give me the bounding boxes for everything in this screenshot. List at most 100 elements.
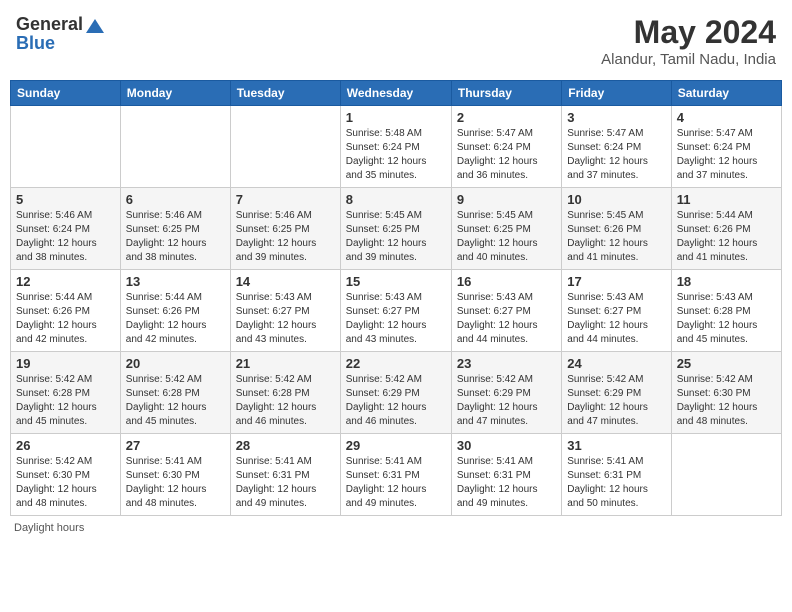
day-number: 4 <box>677 110 776 125</box>
day-info: Sunrise: 5:42 AM Sunset: 6:28 PM Dayligh… <box>236 373 335 429</box>
day-number: 26 <box>16 438 115 453</box>
day-info: Sunrise: 5:43 AM Sunset: 6:28 PM Dayligh… <box>677 291 776 347</box>
day-number: 5 <box>16 192 115 207</box>
day-info: Sunrise: 5:41 AM Sunset: 6:31 PM Dayligh… <box>457 455 556 511</box>
calendar-cell: 2Sunrise: 5:47 AM Sunset: 6:24 PM Daylig… <box>451 106 561 188</box>
calendar-cell: 11 Sunrise: 5:44 AM Sunset: 6:26 PM Dayli… <box>671 188 781 270</box>
day-number: 12 <box>16 274 115 289</box>
day-number: 20 <box>126 356 225 371</box>
day-info: Sunrise: 5:43 AM Sunset: 6:27 PM Dayligh… <box>567 291 665 347</box>
day-number: 16 <box>457 274 556 289</box>
calendar-header-row: Sunday Monday Tuesday Wednesday Thursday… <box>11 81 782 106</box>
calendar-cell <box>671 434 781 516</box>
calendar-week-5: 26 Sunrise: 5:42 AM Sunset: 6:30 PM Dayli… <box>11 434 782 516</box>
calendar-location: Alandur, Tamil Nadu, India <box>601 51 776 68</box>
calendar-cell: 13 Sunrise: 5:44 AM Sunset: 6:26 PM Dayli… <box>120 270 230 352</box>
day-info: Sunrise: 5:47 AM Sunset: 6:24 PM Dayligh… <box>567 127 665 183</box>
day-info: Sunrise: 5:45 AM Sunset: 6:25 PM Dayligh… <box>457 209 556 265</box>
day-info: Sunrise: 5:44 AM Sunset: 6:26 PM Dayligh… <box>677 209 776 265</box>
day-info: Sunrise: 5:45 AM Sunset: 6:25 PM Dayligh… <box>346 209 446 265</box>
footer-text: Daylight hours <box>14 522 84 534</box>
calendar-cell: 16Sunrise: 5:43 AM Sunset: 6:27 PM Dayli… <box>451 270 561 352</box>
day-number: 30 <box>457 438 556 453</box>
day-number: 25 <box>677 356 776 371</box>
calendar-cell <box>11 106 121 188</box>
col-sunday: Sunday <box>11 81 121 106</box>
title-block: May 2024 Alandur, Tamil Nadu, India <box>601 14 776 68</box>
col-monday: Monday <box>120 81 230 106</box>
day-number: 14 <box>236 274 335 289</box>
day-info: Sunrise: 5:42 AM Sunset: 6:29 PM Dayligh… <box>346 373 446 429</box>
calendar-cell <box>230 106 340 188</box>
col-friday: Friday <box>562 81 671 106</box>
day-number: 19 <box>16 356 115 371</box>
day-number: 8 <box>346 192 446 207</box>
day-info: Sunrise: 5:45 AM Sunset: 6:26 PM Dayligh… <box>567 209 665 265</box>
calendar-week-3: 12 Sunrise: 5:44 AM Sunset: 6:26 PM Dayli… <box>11 270 782 352</box>
calendar-cell: 8 Sunrise: 5:45 AM Sunset: 6:25 PM Daylig… <box>340 188 451 270</box>
day-info: Sunrise: 5:42 AM Sunset: 6:28 PM Dayligh… <box>126 373 225 429</box>
calendar-cell: 18 Sunrise: 5:43 AM Sunset: 6:28 PM Dayli… <box>671 270 781 352</box>
day-info: Sunrise: 5:41 AM Sunset: 6:31 PM Dayligh… <box>567 455 665 511</box>
day-number: 2 <box>457 110 556 125</box>
day-info: Sunrise: 5:46 AM Sunset: 6:25 PM Dayligh… <box>236 209 335 265</box>
day-info: Sunrise: 5:44 AM Sunset: 6:26 PM Dayligh… <box>16 291 115 347</box>
calendar-cell: 23 Sunrise: 5:42 AM Sunset: 6:29 PM Dayli… <box>451 352 561 434</box>
day-number: 22 <box>346 356 446 371</box>
day-number: 17 <box>567 274 665 289</box>
calendar-cell: 17 Sunrise: 5:43 AM Sunset: 6:27 PM Dayli… <box>562 270 671 352</box>
day-info: Sunrise: 5:43 AM Sunset: 6:27 PM Dayligh… <box>346 291 446 347</box>
day-info: Sunrise: 5:42 AM Sunset: 6:29 PM Dayligh… <box>457 373 556 429</box>
calendar-cell: 22 Sunrise: 5:42 AM Sunset: 6:29 PM Dayli… <box>340 352 451 434</box>
calendar-cell: 3 Sunrise: 5:47 AM Sunset: 6:24 PM Daylig… <box>562 106 671 188</box>
calendar-table: Sunday Monday Tuesday Wednesday Thursday… <box>10 80 782 516</box>
page-header: General Blue May 2024 Alandur, Tamil Nad… <box>10 10 782 72</box>
calendar-cell: 5 Sunrise: 5:46 AM Sunset: 6:24 PM Daylig… <box>11 188 121 270</box>
day-number: 23 <box>457 356 556 371</box>
day-number: 6 <box>126 192 225 207</box>
calendar-cell: 31 Sunrise: 5:41 AM Sunset: 6:31 PM Dayli… <box>562 434 671 516</box>
day-number: 13 <box>126 274 225 289</box>
calendar-week-1: 1Sunrise: 5:48 AM Sunset: 6:24 PM Daylig… <box>11 106 782 188</box>
footer-daylight: Daylight hours <box>10 522 782 534</box>
col-saturday: Saturday <box>671 81 781 106</box>
col-wednesday: Wednesday <box>340 81 451 106</box>
calendar-cell: 27Sunrise: 5:41 AM Sunset: 6:30 PM Dayli… <box>120 434 230 516</box>
day-info: Sunrise: 5:46 AM Sunset: 6:25 PM Dayligh… <box>126 209 225 265</box>
calendar-cell: 21 Sunrise: 5:42 AM Sunset: 6:28 PM Dayli… <box>230 352 340 434</box>
calendar-cell: 4 Sunrise: 5:47 AM Sunset: 6:24 PM Daylig… <box>671 106 781 188</box>
calendar-cell: 12 Sunrise: 5:44 AM Sunset: 6:26 PM Dayli… <box>11 270 121 352</box>
day-number: 18 <box>677 274 776 289</box>
logo: General Blue <box>16 14 104 54</box>
day-number: 9 <box>457 192 556 207</box>
day-info: Sunrise: 5:42 AM Sunset: 6:28 PM Dayligh… <box>16 373 115 429</box>
calendar-cell: 25Sunrise: 5:42 AM Sunset: 6:30 PM Dayli… <box>671 352 781 434</box>
col-tuesday: Tuesday <box>230 81 340 106</box>
calendar-week-2: 5 Sunrise: 5:46 AM Sunset: 6:24 PM Daylig… <box>11 188 782 270</box>
calendar-cell: 26 Sunrise: 5:42 AM Sunset: 6:30 PM Dayli… <box>11 434 121 516</box>
logo-blue-text: Blue <box>16 33 55 54</box>
day-info: Sunrise: 5:43 AM Sunset: 6:27 PM Dayligh… <box>236 291 335 347</box>
day-number: 29 <box>346 438 446 453</box>
day-number: 31 <box>567 438 665 453</box>
day-info: Sunrise: 5:41 AM Sunset: 6:31 PM Dayligh… <box>346 455 446 511</box>
calendar-cell: 24Sunrise: 5:42 AM Sunset: 6:29 PM Dayli… <box>562 352 671 434</box>
day-info: Sunrise: 5:41 AM Sunset: 6:30 PM Dayligh… <box>126 455 225 511</box>
day-info: Sunrise: 5:46 AM Sunset: 6:24 PM Dayligh… <box>16 209 115 265</box>
day-number: 21 <box>236 356 335 371</box>
day-info: Sunrise: 5:41 AM Sunset: 6:31 PM Dayligh… <box>236 455 335 511</box>
day-info: Sunrise: 5:47 AM Sunset: 6:24 PM Dayligh… <box>677 127 776 183</box>
logo-triangle-icon <box>86 19 104 33</box>
calendar-cell: 15 Sunrise: 5:43 AM Sunset: 6:27 PM Dayli… <box>340 270 451 352</box>
calendar-cell: 6 Sunrise: 5:46 AM Sunset: 6:25 PM Daylig… <box>120 188 230 270</box>
calendar-cell: 30 Sunrise: 5:41 AM Sunset: 6:31 PM Dayli… <box>451 434 561 516</box>
day-number: 15 <box>346 274 446 289</box>
col-thursday: Thursday <box>451 81 561 106</box>
day-info: Sunrise: 5:48 AM Sunset: 6:24 PM Dayligh… <box>346 127 446 183</box>
calendar-cell: 29 Sunrise: 5:41 AM Sunset: 6:31 PM Dayli… <box>340 434 451 516</box>
day-info: Sunrise: 5:42 AM Sunset: 6:30 PM Dayligh… <box>16 455 115 511</box>
day-number: 3 <box>567 110 665 125</box>
day-info: Sunrise: 5:44 AM Sunset: 6:26 PM Dayligh… <box>126 291 225 347</box>
day-number: 11 <box>677 192 776 207</box>
day-number: 28 <box>236 438 335 453</box>
